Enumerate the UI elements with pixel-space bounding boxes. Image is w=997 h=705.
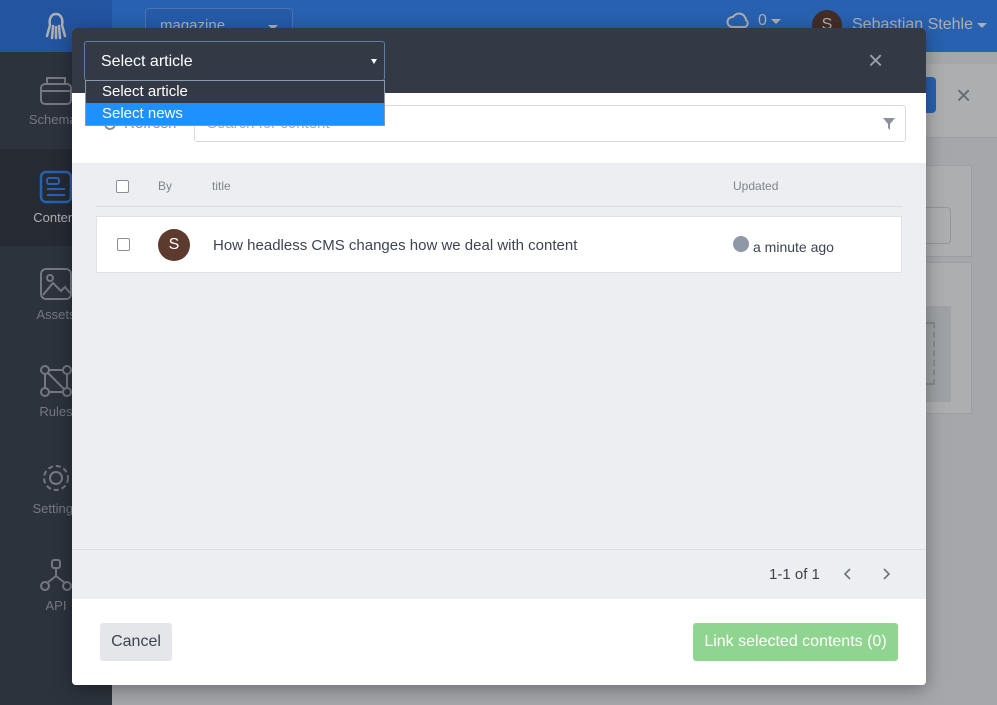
chevron-down-icon — [371, 59, 377, 64]
row-updated: a minute ago — [753, 239, 834, 255]
row-title: How headless CMS changes how we deal wit… — [213, 237, 578, 254]
pager-text: 1-1 of 1 — [769, 566, 820, 583]
row-checkbox[interactable] — [117, 238, 130, 251]
pager: 1-1 of 1 — [72, 549, 926, 599]
schema-select[interactable]: Select article — [84, 41, 385, 81]
link-selected-button[interactable]: Link selected contents (0) — [693, 623, 898, 661]
cancel-button[interactable]: Cancel — [100, 623, 172, 661]
table-row[interactable]: S How headless CMS changes how we deal w… — [96, 216, 902, 273]
table-header: By title Updated — [96, 163, 902, 207]
avatar: S — [158, 229, 190, 261]
column-header-title: title — [212, 179, 231, 193]
chevron-left-icon[interactable] — [843, 567, 853, 581]
filter-icon[interactable] — [883, 118, 895, 130]
close-button[interactable]: × — [868, 47, 883, 73]
schema-select-options: Select article Select news — [85, 80, 385, 126]
dialog-footer: Cancel Link selected contents (0) — [72, 599, 926, 685]
schema-option-news[interactable]: Select news — [86, 103, 384, 125]
column-header-by: By — [158, 179, 173, 193]
content-selector-dialog: Select article × Refresh By title Update… — [72, 28, 926, 685]
chevron-right-icon[interactable] — [881, 567, 891, 581]
content-table: By title Updated S How headless CMS chan… — [72, 163, 926, 549]
select-all-checkbox[interactable] — [116, 180, 129, 193]
schema-select-value: Select article — [101, 53, 193, 70]
status-dot — [733, 236, 749, 252]
column-header-updated: Updated — [733, 179, 779, 193]
schema-option-article[interactable]: Select article — [86, 81, 384, 103]
